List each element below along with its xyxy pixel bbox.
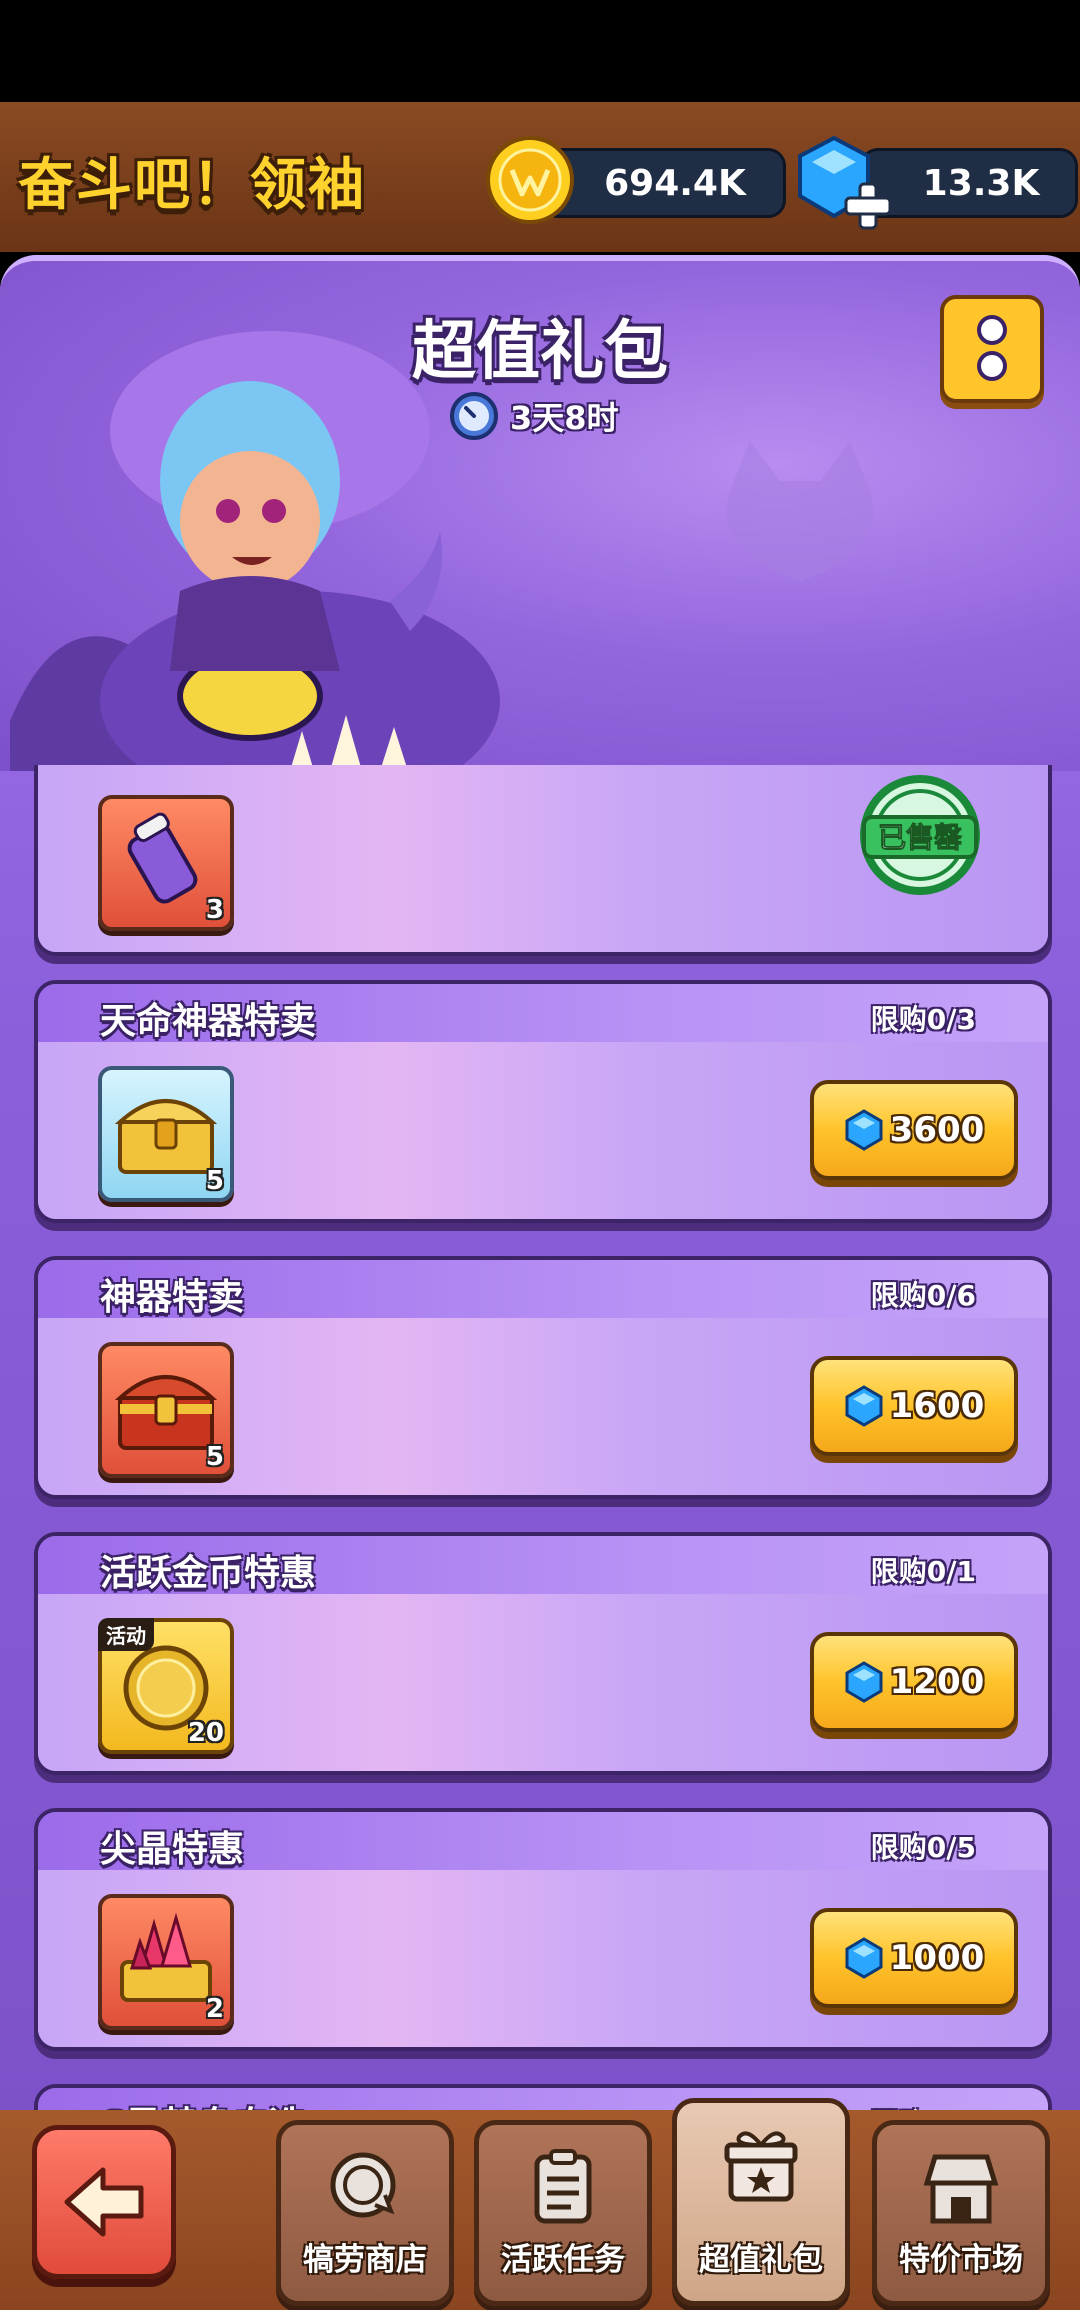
game-title: 奋斗吧！领袖 (18, 153, 366, 218)
gem-icon (845, 1385, 883, 1427)
offer-card: 天命神器特卖 限购0/3 5 3600 (34, 980, 1052, 1223)
offer-title: 神器特卖 (100, 1277, 245, 1318)
info-button[interactable] (940, 295, 1044, 403)
gem-icon (845, 1937, 883, 1979)
timer-text: 3天8时 (510, 399, 619, 437)
offer-title: 活跃金币特惠 (100, 1553, 317, 1594)
event-tag: 活动 (98, 1618, 154, 1651)
sold-out-label: 已售罄 (878, 821, 962, 854)
tab-special-market[interactable]: 特价市场 (872, 2120, 1050, 2306)
price-label: 1200 (889, 1662, 985, 1702)
price-label: 1000 (889, 1938, 985, 1978)
panel-title: 超值礼包 (412, 315, 668, 389)
tab-reward-shop[interactable]: 犒劳商店 (276, 2120, 454, 2306)
tab-active-tasks[interactable]: 活跃任务 (474, 2120, 652, 2306)
coin-amount: 694.4K (604, 162, 746, 204)
offer-card: 活跃金币特惠 限购0/1 活动 20 1200 (34, 1532, 1052, 1775)
exclamation-icon (977, 315, 1007, 381)
offer-list[interactable]: 3 已售罄 天命神器特卖 限购0/3 5 3600 神器特卖 限购0/6 5 1… (0, 765, 1080, 2125)
offer-title: 天命神器特卖 (100, 1001, 317, 1042)
offer-item-tile[interactable]: 5 (98, 1066, 234, 1202)
offer-item-tile[interactable]: 3 (98, 795, 234, 931)
tab-label: 犒劳商店 (303, 2242, 427, 2278)
add-gems-icon[interactable] (842, 180, 894, 232)
item-count: 20 (187, 1718, 224, 1748)
sold-out-stamp: 已售罄 (860, 775, 980, 895)
buy-button[interactable]: 1600 (810, 1356, 1018, 1456)
tab-label: 活跃任务 (501, 2242, 625, 2278)
coin-icon (486, 136, 574, 224)
item-count: 2 (205, 1994, 224, 2024)
gift-box-icon (724, 2131, 798, 2202)
price-label: 3600 (889, 1110, 985, 1150)
buy-button[interactable]: 3600 (810, 1080, 1018, 1180)
buy-button[interactable]: 1000 (810, 1908, 1018, 2008)
offer-card: 3 已售罄 (34, 765, 1052, 956)
market-stall-icon (923, 2154, 999, 2224)
offer-item-tile[interactable]: 5 (98, 1342, 234, 1478)
item-count: 3 (205, 895, 224, 925)
item-count: 5 (205, 1166, 224, 1196)
gem-icon (845, 1109, 883, 1151)
clock-icon (450, 392, 498, 440)
purchase-limit: 限购0/1 (870, 1555, 976, 1588)
buy-button[interactable]: 1200 (810, 1632, 1018, 1732)
gem-icon (845, 1661, 883, 1703)
background-cat-decoration (726, 441, 874, 581)
item-count: 5 (205, 1442, 224, 1472)
offer-card: 尖晶特惠 限购0/5 2 1000 (34, 1808, 1052, 2051)
tab-label: 特价市场 (899, 2242, 1023, 2278)
back-arrow-icon (64, 2167, 144, 2237)
offer-timer: 3天8时 (448, 386, 619, 446)
purchase-limit: 限购0/6 (870, 1279, 976, 1312)
gem-amount: 13.3K (922, 162, 1040, 204)
offer-item-tile[interactable]: 活动 20 (98, 1618, 234, 1754)
clipboard-icon (534, 2149, 592, 2224)
coin-exchange-icon (330, 2152, 396, 2218)
tab-value-packs[interactable]: 超值礼包 (672, 2098, 850, 2306)
price-label: 1600 (889, 1386, 985, 1426)
offer-card: 神器特卖 限购0/6 5 1600 (34, 1256, 1052, 1499)
tab-label: 超值礼包 (699, 2242, 823, 2278)
purchase-limit: 限购0/5 (870, 1831, 976, 1864)
coin-counter: 694.4K (540, 148, 786, 218)
back-button[interactable] (32, 2125, 176, 2279)
offer-title: 尖晶特惠 (100, 1829, 245, 1870)
purchase-limit: 限购0/3 (870, 1003, 976, 1036)
offer-item-tile[interactable]: 2 (98, 1894, 234, 2030)
